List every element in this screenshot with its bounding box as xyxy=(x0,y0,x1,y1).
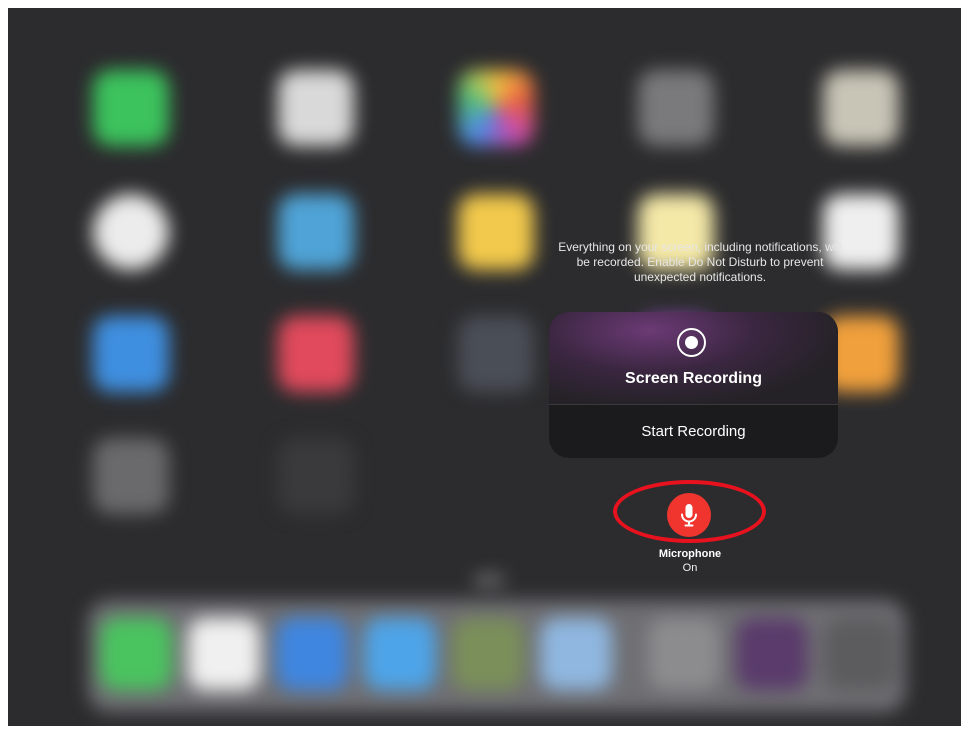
screen-recording-header: Screen Recording xyxy=(549,312,838,404)
start-recording-button[interactable]: Start Recording xyxy=(549,405,838,458)
screen-recording-title: Screen Recording xyxy=(625,370,762,387)
screen-recording-panel: Screen Recording Start Recording xyxy=(549,312,838,458)
red-annotation-ellipse xyxy=(613,480,766,543)
recording-notice-text: Everything on your screen, including not… xyxy=(558,240,842,284)
microphone-state: On xyxy=(682,562,698,574)
microphone-label: Microphone xyxy=(658,548,722,560)
record-icon xyxy=(677,328,706,357)
